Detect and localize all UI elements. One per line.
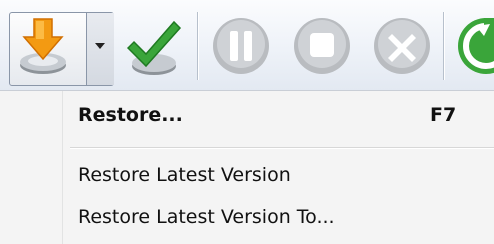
checkmark-icon[interactable]: [124, 14, 184, 82]
cancel-x-icon[interactable]: [370, 14, 434, 78]
menu-item-restore[interactable]: Restore... F7: [62, 99, 494, 131]
restore-split-button[interactable]: [9, 12, 114, 86]
menu-separator: [70, 147, 494, 148]
menu-item-shortcut: F7: [430, 104, 457, 126]
restore-dropdown-arrow[interactable]: [86, 13, 114, 85]
toolbar-separator: [197, 12, 198, 80]
stop-icon[interactable]: [290, 14, 354, 78]
toolbar-separator: [443, 12, 444, 80]
restore-button[interactable]: [10, 13, 85, 85]
restore-dropdown-menu: Restore... F7 Restore Latest Version Res…: [0, 90, 494, 244]
menu-item-label: Restore Latest Version: [78, 164, 291, 186]
menu-item-restore-latest-version[interactable]: Restore Latest Version: [62, 159, 494, 191]
pause-icon[interactable]: [209, 14, 273, 78]
refresh-icon[interactable]: [454, 14, 494, 78]
menu-item-restore-latest-version-to[interactable]: Restore Latest Version To...: [62, 201, 494, 233]
chevron-down-icon: [95, 43, 105, 49]
menu-icon-gutter: [0, 91, 63, 244]
menu-item-label: Restore...: [78, 104, 183, 126]
toolbar: [0, 0, 494, 90]
restore-download-icon: [20, 18, 66, 74]
menu-item-label: Restore Latest Version To...: [78, 206, 335, 228]
